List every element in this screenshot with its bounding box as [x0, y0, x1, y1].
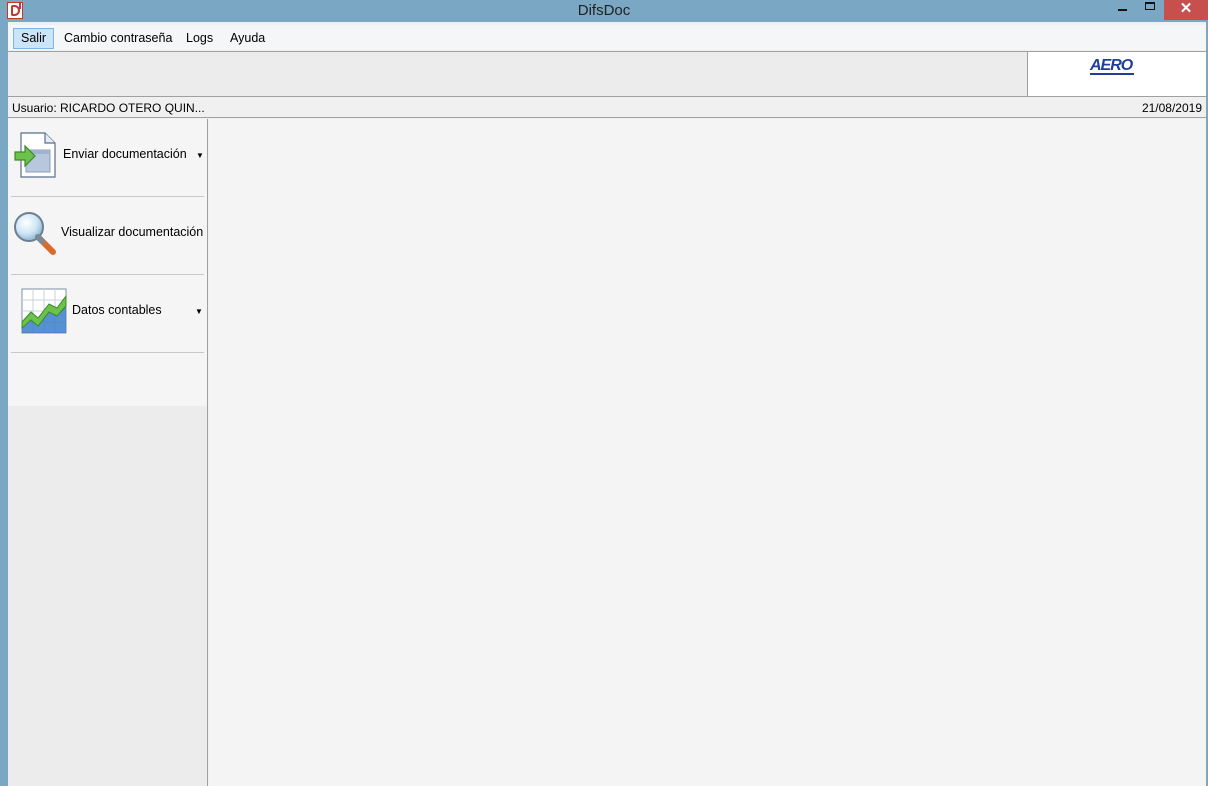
maximize-button[interactable]	[1136, 0, 1164, 20]
menu-bar: Salir Cambio contraseña Logs Ayuda	[8, 25, 1206, 50]
side-nav: Enviar documentación ▼ Visualizar docume…	[8, 119, 208, 786]
window-title: DifsDoc	[577, 2, 631, 19]
close-button[interactable]: ✕	[1164, 0, 1208, 20]
minimize-button[interactable]	[1108, 0, 1136, 20]
client-area: Salir Cambio contraseña Logs Ayuda AERO …	[8, 22, 1206, 786]
chart-icon	[21, 288, 67, 334]
menu-ayuda[interactable]: Ayuda	[222, 28, 273, 49]
nav-item-datos-contables[interactable]: Datos contables ▼	[11, 275, 204, 353]
dropdown-arrow-icon[interactable]: ▼	[195, 307, 203, 316]
side-nav-items: Enviar documentación ▼ Visualizar docume…	[8, 119, 207, 406]
close-icon: ✕	[1179, 0, 1193, 17]
logo-panel: AERO	[1027, 52, 1206, 96]
user-label: Usuario: RICARDO OTERO QUIN...	[12, 101, 205, 115]
nav-item-enviar-documentacion[interactable]: Enviar documentación ▼	[11, 119, 204, 197]
header-band: AERO	[8, 51, 1206, 97]
logo-underline	[1090, 73, 1134, 75]
date-label: 21/08/2019	[1141, 101, 1202, 115]
nav-label-visualizar: Visualizar documentación	[61, 225, 204, 239]
title-bar[interactable]: DifsDoc ✕	[0, 0, 1208, 22]
menu-salir[interactable]: Salir	[13, 28, 55, 49]
send-document-icon	[14, 132, 56, 178]
menu-cambio-contrasena[interactable]: Cambio contraseña	[56, 28, 180, 49]
menu-logs[interactable]: Logs	[178, 28, 221, 49]
main-content-area	[209, 119, 1206, 786]
dropdown-arrow-icon[interactable]: ▼	[196, 151, 204, 160]
nav-label-enviar: Enviar documentación	[63, 147, 187, 161]
nav-label-datos: Datos contables	[72, 303, 162, 317]
magnifier-icon	[14, 212, 56, 255]
status-bar: Usuario: RICARDO OTERO QUIN... 21/08/201…	[8, 98, 1206, 118]
maximize-icon	[1145, 2, 1155, 10]
nav-item-visualizar-documentacion[interactable]: Visualizar documentación	[11, 197, 204, 275]
minimize-icon	[1118, 9, 1127, 11]
app-window: DifsDoc ✕ Salir Cambio contraseña Logs A…	[0, 0, 1208, 786]
